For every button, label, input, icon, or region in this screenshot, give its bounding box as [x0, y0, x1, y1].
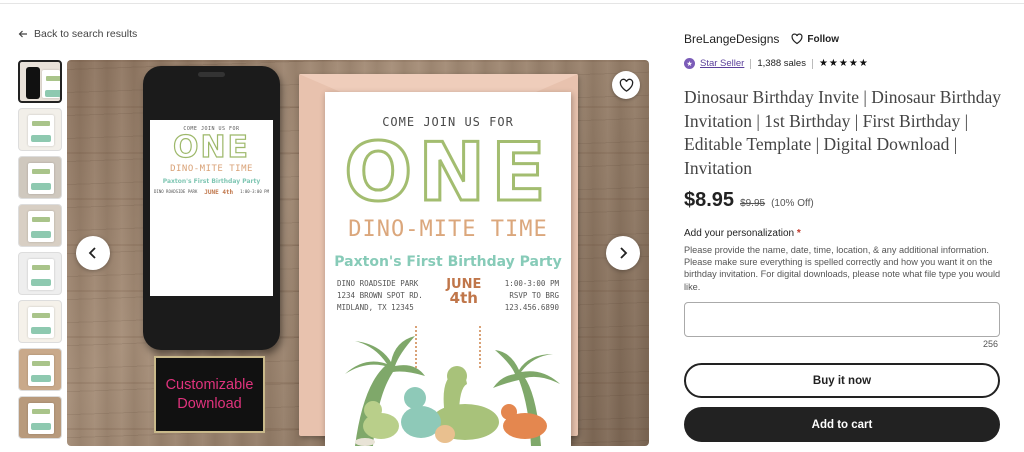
personalization-label-text: Add your personalization: [684, 228, 795, 239]
card-dinosaur-illustration: [345, 336, 560, 446]
seller-stats-row: ★ Star Seller 1,388 sales ★★★★★: [684, 58, 869, 69]
phone-mockup: COME JOIN US FOR ONE DINO-MITE TIME Paxt…: [143, 66, 280, 350]
card-address-3: MIDLAND, TX 12345: [337, 303, 414, 312]
thumbnail-5[interactable]: [18, 252, 62, 295]
thumbnail-3[interactable]: [18, 156, 62, 199]
phone-dino-text: DINO-MITE TIME: [170, 164, 253, 174]
original-price: $9.95: [740, 198, 766, 209]
card-rsvp: RSVP TO BRG: [509, 291, 559, 300]
thumbnail-2[interactable]: [18, 108, 62, 151]
arrow-left-icon: [18, 30, 27, 38]
card-party-text: Paxton's First Birthday Party: [334, 254, 562, 270]
chevron-right-icon: [620, 247, 628, 259]
shop-name-link[interactable]: BreLangeDesigns: [684, 32, 779, 46]
card-phone: 123.456.6890: [504, 303, 559, 312]
heart-icon: [619, 78, 633, 92]
follow-button[interactable]: Follow: [791, 33, 839, 45]
back-link-label: Back to search results: [34, 28, 138, 40]
heart-outline-icon: [791, 33, 803, 45]
card-address-2: 1234 BROWN SPOT RD.: [337, 291, 423, 300]
previous-image-button[interactable]: [76, 236, 110, 270]
personalization-help-text: Please provide the name, date, time, loc…: [684, 245, 1001, 292]
customizable-download-badge: Customizable Download: [154, 356, 265, 433]
thumbnail-6[interactable]: [18, 300, 62, 343]
card-details: DINO ROADSIDE PARK 1234 BROWN SPOT RD. M…: [325, 278, 571, 314]
thumbnail-4[interactable]: [18, 204, 62, 247]
price-row: $8.95 $9.95 (10% Off): [684, 189, 814, 212]
sale-price: $8.95: [684, 189, 735, 211]
favorite-button[interactable]: [612, 71, 640, 99]
phone-time-text: 1:00-3:00 PM: [240, 189, 269, 194]
personalization-input[interactable]: [684, 302, 1000, 337]
divider: [750, 58, 752, 69]
next-image-button[interactable]: [606, 236, 640, 270]
main-product-image: COME JOIN US FOR ONE DINO-MITE TIME Paxt…: [67, 60, 649, 446]
invitation-card: COME JOIN US FOR ONE DINO-MITE TIME Paxt…: [325, 92, 571, 446]
badge-line-1: Customizable: [165, 376, 254, 393]
thumbnail-7[interactable]: [18, 348, 62, 391]
add-to-cart-label: Add to cart: [811, 418, 873, 431]
phone-party-text: Paxton's First Birthday Party: [162, 178, 261, 185]
listing-title: Dinosaur Birthday Invite | Dinosaur Birt…: [684, 87, 1001, 178]
star-seller-link[interactable]: Star Seller: [700, 58, 744, 69]
card-address-1: DINO ROADSIDE PARK: [337, 279, 419, 288]
top-divider: [0, 3, 1024, 4]
card-day: 4th: [449, 289, 478, 307]
card-dino-text: DINO-MITE TIME: [348, 217, 548, 242]
thumbnail-1[interactable]: [18, 60, 62, 103]
required-asterisk: *: [796, 228, 801, 239]
phone-date-text: JUNE 4th: [204, 189, 234, 196]
add-to-cart-button[interactable]: Add to cart: [684, 407, 1000, 442]
star-seller-icon: ★: [684, 58, 695, 69]
character-count: 256: [982, 339, 998, 349]
phone-screen: COME JOIN US FOR ONE DINO-MITE TIME Paxt…: [150, 120, 273, 296]
phone-location-text: DINO ROADSIDE PARK: [154, 189, 198, 194]
personalization-label: Add your personalization *: [684, 228, 801, 239]
divider: [811, 58, 813, 69]
card-time: 1:00-3:00 PM: [504, 279, 559, 288]
phone-one-text: ONE: [172, 130, 251, 165]
card-one-text: ONE: [343, 126, 552, 219]
follow-label: Follow: [807, 33, 840, 45]
chevron-left-icon: [88, 247, 96, 259]
sales-count: 1,388 sales: [757, 58, 806, 69]
thumbnail-8[interactable]: [18, 396, 62, 439]
thumbnail-strip: [18, 60, 64, 444]
buy-now-label: Buy it now: [812, 374, 872, 387]
discount-label: (10% Off): [771, 198, 814, 209]
rating-stars[interactable]: ★★★★★: [819, 58, 869, 69]
back-to-search-link[interactable]: Back to search results: [18, 28, 137, 40]
badge-line-2: Download: [177, 395, 242, 412]
buy-now-button[interactable]: Buy it now: [684, 363, 1000, 398]
shop-row: BreLangeDesigns Follow: [684, 32, 839, 46]
